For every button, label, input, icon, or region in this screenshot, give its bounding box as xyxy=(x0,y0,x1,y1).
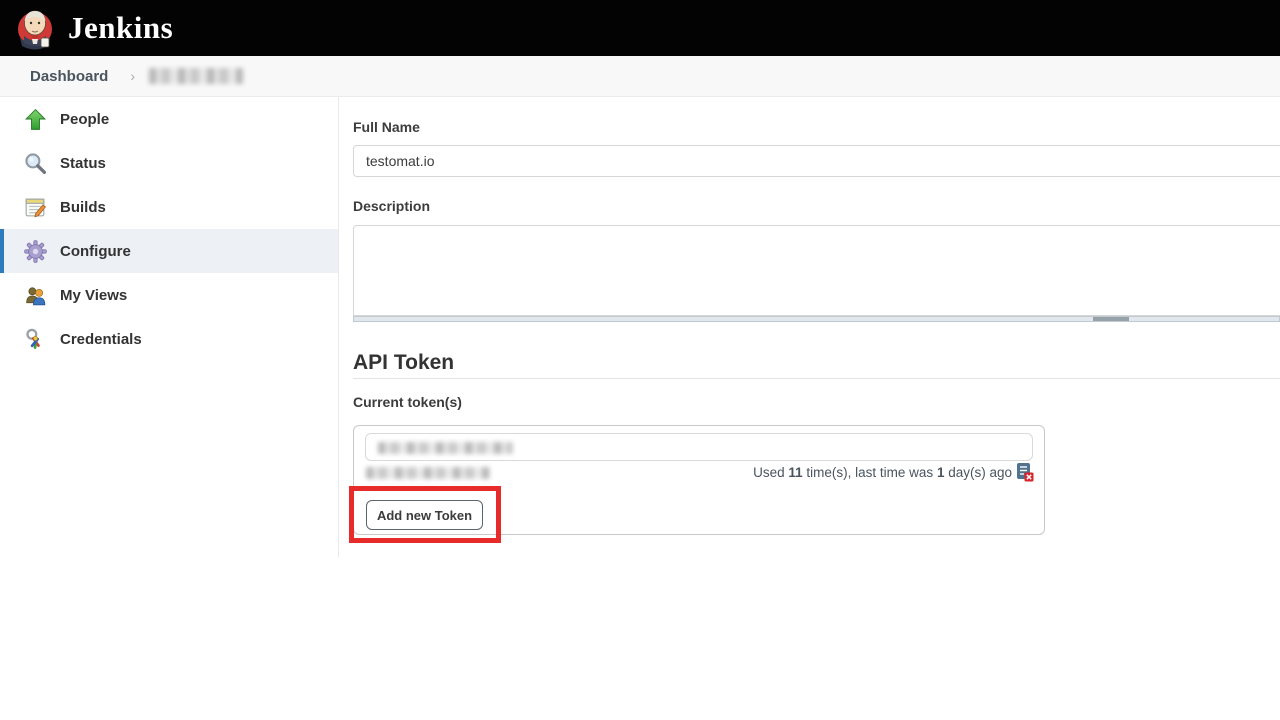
token-name-input[interactable] xyxy=(365,433,1033,461)
selected-indicator xyxy=(0,229,4,273)
textarea-resize-grip-icon[interactable] xyxy=(1093,317,1129,321)
section-divider xyxy=(353,378,1280,379)
breadcrumb-user-link-redacted[interactable] xyxy=(149,68,243,84)
current-tokens-label: Current token(s) xyxy=(353,394,462,410)
add-new-token-button[interactable]: Add new Token xyxy=(366,500,483,530)
sidebar-item-configure[interactable]: Configure xyxy=(0,229,338,273)
token-usage-text: Used 11 time(s), last time was 1 day(s) … xyxy=(353,465,1012,480)
sidebar-item-label: Status xyxy=(60,155,106,172)
textarea-resize-bar[interactable] xyxy=(353,316,1280,322)
full-name-label: Full Name xyxy=(353,119,420,135)
sidebar-item-label: Builds xyxy=(60,199,106,216)
breadcrumb-dashboard-link[interactable]: Dashboard xyxy=(30,68,108,85)
jenkins-wordmark[interactable]: Jenkins xyxy=(68,10,173,46)
sidebar-item-builds[interactable]: Builds xyxy=(0,185,338,229)
sidebar-item-label: People xyxy=(60,111,109,128)
sidebar-item-label: Configure xyxy=(60,243,131,260)
sidebar-item-status[interactable]: Status xyxy=(0,141,338,185)
people-icon xyxy=(23,283,48,308)
chevron-right-icon: › xyxy=(130,68,135,84)
full-name-input[interactable] xyxy=(353,145,1280,177)
revoke-token-icon[interactable] xyxy=(1015,462,1035,482)
jenkins-user-configure-page: Jenkins Dashboard › People Status xyxy=(0,0,1280,720)
gear-icon xyxy=(23,239,48,264)
sidebar-divider xyxy=(338,97,339,557)
usage-count: 11 xyxy=(788,465,802,480)
notepad-icon xyxy=(23,195,48,220)
magnifier-icon xyxy=(23,151,48,176)
description-textarea[interactable] xyxy=(353,225,1280,316)
usage-middle: time(s), last time was xyxy=(803,465,937,480)
sidebar-item-label: Credentials xyxy=(60,331,142,348)
sidebar-item-label: My Views xyxy=(60,287,127,304)
arrow-up-icon xyxy=(23,107,48,132)
sidebar-item-credentials[interactable]: Credentials xyxy=(0,317,338,361)
top-header-bar: Jenkins xyxy=(0,0,1280,56)
usage-suffix: day(s) ago xyxy=(944,465,1012,480)
breadcrumb: Dashboard › xyxy=(0,56,1280,97)
usage-prefix: Used xyxy=(753,465,788,480)
sidebar-nav: People Status Builds xyxy=(0,97,338,361)
credentials-icon xyxy=(23,327,48,352)
description-label: Description xyxy=(353,198,430,214)
token-name-redacted xyxy=(378,442,513,454)
sidebar-item-my-views[interactable]: My Views xyxy=(0,273,338,317)
api-token-heading: API Token xyxy=(353,351,454,375)
jenkins-butler-icon[interactable] xyxy=(14,5,56,51)
sidebar-item-people[interactable]: People xyxy=(0,97,338,141)
